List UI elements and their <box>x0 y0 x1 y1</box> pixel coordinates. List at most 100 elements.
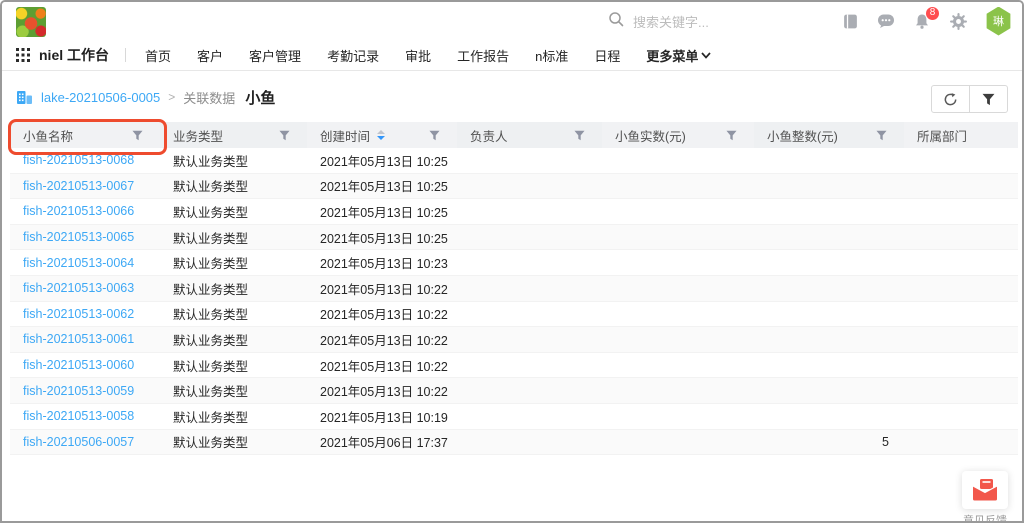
cell-biz-type: 默认业务类型 <box>160 176 307 195</box>
column-label: 创建时间 <box>320 126 370 145</box>
cell-fish-name[interactable]: fish-20210513-0060 <box>10 358 160 372</box>
column-label: 小鱼名称 <box>23 126 73 145</box>
feedback-card[interactable] <box>962 471 1008 509</box>
notifications-bell-icon[interactable]: 8 <box>913 12 931 30</box>
cell-fish-name[interactable]: fish-20210513-0066 <box>10 204 160 218</box>
sort-asc-icon[interactable] <box>377 130 385 134</box>
breadcrumb-parent-link[interactable]: lake-20210506-0005 <box>41 90 160 105</box>
cell-biz-type: 默认业务类型 <box>160 253 307 272</box>
nav-items: 首页 客户 客户管理 考勤记录 审批 工作报告 n标准 日程 <box>132 46 633 65</box>
table-header-cell[interactable]: 所属部门 <box>904 122 1018 148</box>
table-header-cell[interactable]: 业务类型 <box>160 122 307 148</box>
breadcrumb-section: 关联数据 <box>183 88 235 107</box>
cell-biz-type: 默认业务类型 <box>160 407 307 426</box>
nav-item[interactable]: 考勤记录 <box>327 46 379 65</box>
column-label: 所属部门 <box>917 126 967 145</box>
refresh-button[interactable] <box>931 85 970 113</box>
cell-fish-name[interactable]: fish-20210513-0067 <box>10 179 160 193</box>
sort-control[interactable] <box>377 130 385 140</box>
cell-created-at: 2021年05月13日 10:25 <box>307 228 457 247</box>
nav-item[interactable]: 首页 <box>145 46 171 65</box>
table-row[interactable]: fish-20210506-0057 默认业务类型 2021年05月06日 17… <box>10 430 1018 456</box>
table-header-cell[interactable]: 小鱼实数(元) <box>602 122 754 148</box>
filter-button[interactable] <box>969 85 1008 113</box>
cell-created-at: 2021年05月13日 10:22 <box>307 279 457 298</box>
workspace-label[interactable]: niel 工作台 <box>39 45 109 65</box>
chat-icon[interactable] <box>877 12 895 30</box>
table-header-cell[interactable]: 负责人 <box>457 122 602 148</box>
app-logo <box>16 7 46 37</box>
gear-icon[interactable] <box>949 12 967 30</box>
cell-created-at: 2021年05月13日 10:25 <box>307 202 457 221</box>
cell-fish-name[interactable]: fish-20210513-0063 <box>10 281 160 295</box>
cell-created-at: 2021年05月13日 10:25 <box>307 176 457 195</box>
cell-created-at: 2021年05月13日 10:23 <box>307 253 457 272</box>
cell-fish-name[interactable]: fish-20210513-0058 <box>10 409 160 423</box>
column-filter-icon[interactable] <box>132 130 143 141</box>
sort-desc-icon[interactable] <box>377 136 385 140</box>
nav-item[interactable]: n标准 <box>535 46 568 65</box>
table-row[interactable]: fish-20210513-0067 默认业务类型 2021年05月13日 10… <box>10 174 1018 200</box>
column-label: 小鱼整数(元) <box>767 126 838 145</box>
table-row[interactable]: fish-20210513-0063 默认业务类型 2021年05月13日 10… <box>10 276 1018 302</box>
cell-biz-type: 默认业务类型 <box>160 228 307 247</box>
breadcrumb: lake-20210506-0005 > 关联数据 小鱼 <box>16 72 275 122</box>
topbar: 搜索关键字... 8 琳 <box>2 2 1022 40</box>
global-search[interactable]: 搜索关键字... <box>608 2 709 40</box>
cell-fish-name[interactable]: fish-20210513-0068 <box>10 153 160 167</box>
table-row[interactable]: fish-20210513-0062 默认业务类型 2021年05月13日 10… <box>10 302 1018 328</box>
envelope-icon <box>972 479 998 501</box>
table-header-cell[interactable]: 小鱼整数(元) <box>754 122 904 148</box>
nav-more-menu[interactable]: 更多菜单 <box>646 46 711 65</box>
cell-fish-name[interactable]: fish-20210513-0059 <box>10 384 160 398</box>
cell-created-at: 2021年05月13日 10:25 <box>307 151 457 170</box>
table-row[interactable]: fish-20210513-0065 默认业务类型 2021年05月13日 10… <box>10 225 1018 251</box>
table-row[interactable]: fish-20210513-0061 默认业务类型 2021年05月13日 10… <box>10 327 1018 353</box>
nav-item[interactable]: 日程 <box>594 46 620 65</box>
cell-created-at: 2021年05月13日 10:22 <box>307 330 457 349</box>
apps-grid-icon[interactable] <box>16 48 30 62</box>
topbar-icons: 8 琳 <box>841 2 1012 40</box>
nav-divider <box>125 48 126 62</box>
main-nav: niel 工作台 首页 客户 客户管理 考勤记录 审批 工作报告 n标准 日程 更多菜单 <box>2 40 1022 71</box>
nav-item[interactable]: 审批 <box>405 46 431 65</box>
nav-item[interactable]: 工作报告 <box>457 46 509 65</box>
table-row[interactable]: fish-20210513-0068 默认业务类型 2021年05月13日 10… <box>10 148 1018 174</box>
cell-biz-type: 默认业务类型 <box>160 151 307 170</box>
cell-fish-name[interactable]: fish-20210513-0065 <box>10 230 160 244</box>
cell-fish-name[interactable]: fish-20210513-0064 <box>10 256 160 270</box>
column-filter-icon[interactable] <box>279 130 290 141</box>
cell-fish-name[interactable]: fish-20210513-0061 <box>10 332 160 346</box>
column-filter-icon[interactable] <box>726 130 737 141</box>
cell-fish-name[interactable]: fish-20210513-0062 <box>10 307 160 321</box>
table-header: 小鱼名称 业务类型 创建时间 负责人 小鱼实数(元) 小鱼整数(元) <box>10 122 1018 148</box>
column-filter-icon[interactable] <box>876 130 887 141</box>
user-avatar[interactable]: 琳 <box>985 7 1012 36</box>
building-icon <box>16 89 33 105</box>
table-row[interactable]: fish-20210513-0066 默认业务类型 2021年05月13日 10… <box>10 199 1018 225</box>
cell-fish-name[interactable]: fish-20210506-0057 <box>10 435 160 449</box>
table-header-cell[interactable]: 创建时间 <box>307 122 457 148</box>
cell-biz-type: 默认业务类型 <box>160 330 307 349</box>
page-title: 小鱼 <box>245 87 275 108</box>
nav-item[interactable]: 客户管理 <box>249 46 301 65</box>
table-row[interactable]: fish-20210513-0058 默认业务类型 2021年05月13日 10… <box>10 404 1018 430</box>
journal-icon[interactable] <box>841 12 859 30</box>
table-row[interactable]: fish-20210513-0060 默认业务类型 2021年05月13日 10… <box>10 353 1018 379</box>
search-placeholder: 搜索关键字... <box>633 12 709 31</box>
column-filter-icon[interactable] <box>574 130 585 141</box>
column-label: 业务类型 <box>173 126 223 145</box>
column-filter-icon[interactable] <box>429 130 440 141</box>
nav-item[interactable]: 客户 <box>197 46 223 65</box>
chevron-down-icon <box>701 52 711 59</box>
feedback-widget[interactable]: 意见反馈 <box>960 471 1010 523</box>
cell-biz-type: 默认业务类型 <box>160 381 307 400</box>
cell-biz-type: 默认业务类型 <box>160 304 307 323</box>
table-header-cell[interactable]: 小鱼名称 <box>10 122 160 148</box>
breadcrumb-bar: lake-20210506-0005 > 关联数据 小鱼 <box>2 72 1022 122</box>
table-row[interactable]: fish-20210513-0059 默认业务类型 2021年05月13日 10… <box>10 378 1018 404</box>
cell-biz-type: 默认业务类型 <box>160 432 307 451</box>
table-row[interactable]: fish-20210513-0064 默认业务类型 2021年05月13日 10… <box>10 250 1018 276</box>
cell-created-at: 2021年05月06日 17:37 <box>307 432 457 451</box>
column-label: 负责人 <box>470 126 508 145</box>
